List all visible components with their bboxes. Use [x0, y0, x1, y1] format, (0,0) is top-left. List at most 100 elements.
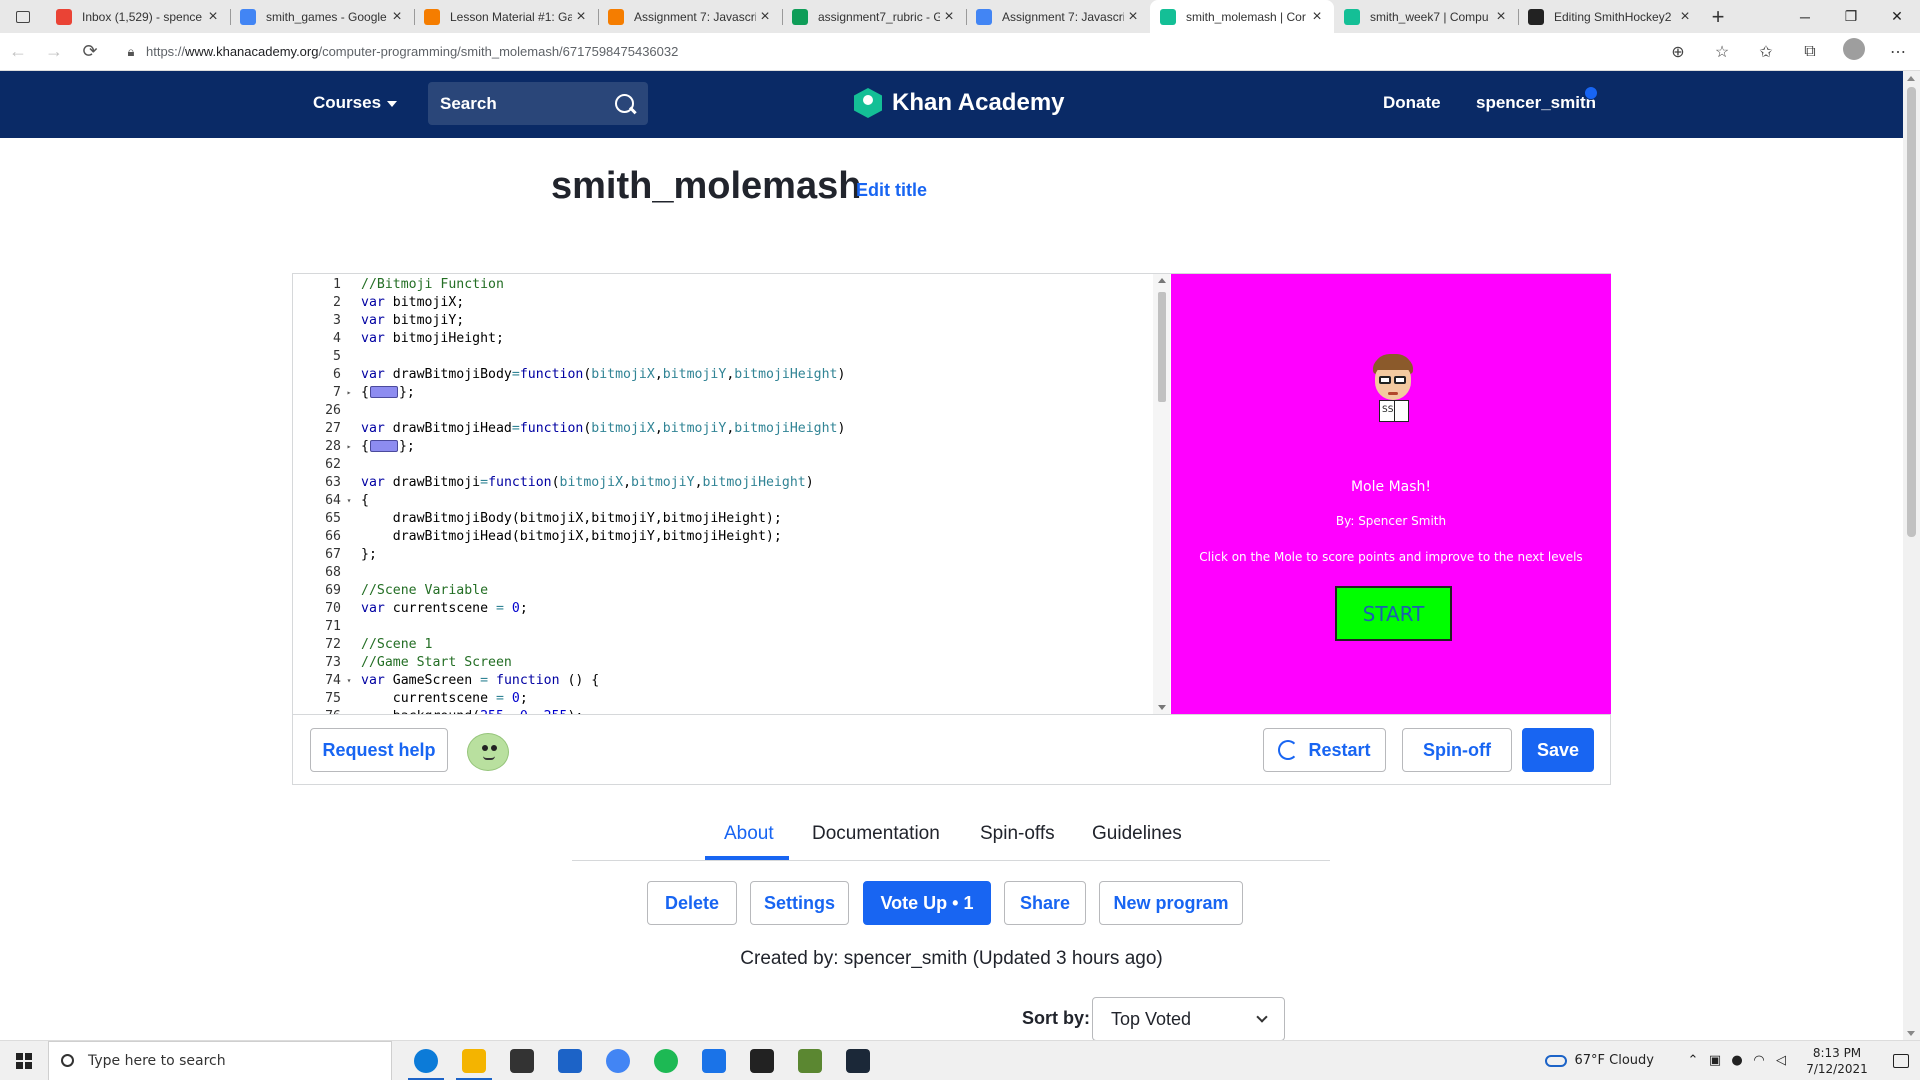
- code-line[interactable]: 2 var bitmojiX;: [293, 294, 1153, 312]
- code-line[interactable]: 70 var currentscene = 0;: [293, 600, 1153, 618]
- code-line[interactable]: 68: [293, 564, 1153, 582]
- url-field[interactable]: 🔒︎ https:// www.khanacademy.org /compute…: [116, 37, 1646, 67]
- khan-academy-logo[interactable]: Khan Academy: [854, 88, 1065, 118]
- more-menu-icon[interactable]: ⋯: [1876, 42, 1920, 62]
- browser-tab[interactable]: assignment7_rubric - G ×: [782, 0, 966, 33]
- tab-guidelines[interactable]: Guidelines: [1092, 823, 1182, 845]
- sort-select[interactable]: Top Voted: [1092, 997, 1285, 1041]
- editor-scrollbar-thumb[interactable]: [1158, 292, 1166, 402]
- close-tab-icon[interactable]: ×: [940, 8, 958, 26]
- settings-button[interactable]: Settings: [750, 881, 849, 925]
- code-line[interactable]: 64 ▾ {: [293, 492, 1153, 510]
- page-scrollbar[interactable]: [1903, 71, 1920, 1041]
- profile-button[interactable]: [1832, 38, 1876, 65]
- meet-now-icon[interactable]: ▣: [1704, 1053, 1726, 1068]
- code-line[interactable]: 65 drawBitmojiBody(bitmojiX,bitmojiY,bit…: [293, 510, 1153, 528]
- browser-tab[interactable]: Lesson Material #1: Ga ×: [414, 0, 598, 33]
- code-line[interactable]: 26: [293, 402, 1153, 420]
- taskbar-app-button[interactable]: [546, 1041, 594, 1080]
- fold-toggle-icon[interactable]: ▾: [345, 492, 353, 510]
- start-button-windows[interactable]: [0, 1041, 48, 1080]
- taskbar-app-button[interactable]: [402, 1041, 450, 1080]
- code-line[interactable]: 73 //Game Start Screen: [293, 654, 1153, 672]
- save-button[interactable]: Save: [1522, 728, 1594, 772]
- browser-tab[interactable]: smith_games - Google ×: [230, 0, 414, 33]
- scroll-down-arrow-icon[interactable]: [1907, 1031, 1915, 1036]
- add-favorite-icon[interactable]: ☆: [1700, 42, 1744, 62]
- editor-scrollbar[interactable]: [1153, 274, 1170, 714]
- code-line[interactable]: 67};: [293, 546, 1153, 564]
- tab-spin-offs[interactable]: Spin-offs: [980, 823, 1055, 845]
- code-line[interactable]: 63 var drawBitmoji=function(bitmojiX,bitm…: [293, 474, 1153, 492]
- code-line[interactable]: 1 //Bitmoji Function: [293, 276, 1153, 294]
- taskbar-app-button[interactable]: [738, 1041, 786, 1080]
- folded-code-icon[interactable]: [369, 440, 398, 452]
- code-editor[interactable]: 1 //Bitmoji Function 2 var bitmojiX; 3 var bi…: [293, 274, 1171, 714]
- browser-tab[interactable]: Assignment 7: Javascri ×: [598, 0, 782, 33]
- browser-tab[interactable]: smith_molemash | Cor ×: [1150, 0, 1334, 33]
- code-line[interactable]: 71: [293, 618, 1153, 636]
- volume-icon[interactable]: ◁: [1770, 1053, 1792, 1068]
- code-line[interactable]: 6 var drawBitmojiBody=function(bitmojiX,b…: [293, 366, 1153, 384]
- taskbar-app-button[interactable]: [594, 1041, 642, 1080]
- tab-documentation[interactable]: Documentation: [812, 823, 940, 845]
- code-line[interactable]: 27 var drawBitmojiHead=function(bitmojiX,…: [293, 420, 1153, 438]
- request-help-button[interactable]: Request help: [310, 728, 448, 772]
- code-line[interactable]: 66 drawBitmojiHead(bitmojiX,bitmojiY,bit…: [293, 528, 1153, 546]
- code-line[interactable]: 74 ▾ var GameScreen = function () {: [293, 672, 1153, 690]
- output-canvas[interactable]: SS Mole Mash! By: Spencer Smith Click on…: [1171, 274, 1611, 714]
- browser-tab[interactable]: smith_week7 | Compu ×: [1334, 0, 1518, 33]
- code-line[interactable]: 3 var bitmojiY;: [293, 312, 1153, 330]
- code-line[interactable]: 72 //Scene 1: [293, 636, 1153, 654]
- microphone-icon[interactable]: ●: [1726, 1053, 1748, 1068]
- courses-menu[interactable]: Courses: [313, 93, 398, 113]
- code-line[interactable]: 4 var bitmojiHeight;: [293, 330, 1153, 348]
- close-tab-icon[interactable]: ×: [204, 8, 222, 26]
- editor-scroll-up-icon[interactable]: [1158, 278, 1166, 283]
- close-window-button[interactable]: ✕: [1874, 0, 1920, 33]
- minimize-button[interactable]: ─: [1782, 0, 1828, 33]
- close-tab-icon[interactable]: ×: [572, 8, 590, 26]
- close-tab-icon[interactable]: ×: [1124, 8, 1142, 26]
- fold-toggle-icon[interactable]: ▸: [345, 438, 353, 456]
- browser-tab[interactable]: Assignment 7: Javascri ×: [966, 0, 1150, 33]
- code-line[interactable]: 75 currentscene = 0;: [293, 690, 1153, 708]
- vote-up-button[interactable]: Vote Up • 1: [863, 881, 991, 925]
- weather-text[interactable]: 67°F Cloudy: [1575, 1053, 1654, 1068]
- maximize-button[interactable]: ❐: [1828, 0, 1874, 33]
- delete-button[interactable]: Delete: [647, 881, 737, 925]
- close-tab-icon[interactable]: ×: [388, 8, 406, 26]
- close-tab-icon[interactable]: ×: [1676, 8, 1694, 26]
- back-button[interactable]: ←: [0, 33, 36, 71]
- taskbar-app-button[interactable]: [786, 1041, 834, 1080]
- editor-scroll-down-icon[interactable]: [1158, 705, 1166, 710]
- edit-title-link[interactable]: Edit title: [856, 180, 927, 201]
- wifi-icon[interactable]: ◠: [1748, 1053, 1770, 1068]
- taskbar-search[interactable]: Type here to search: [48, 1040, 392, 1080]
- new-tab-button[interactable]: +: [1702, 0, 1734, 33]
- taskbar-app-button[interactable]: [834, 1041, 882, 1080]
- fold-toggle-icon[interactable]: ▾: [345, 672, 353, 690]
- browser-tab[interactable]: Editing SmithHockey2 ×: [1518, 0, 1702, 33]
- user-menu[interactable]: spencer_smith: [1476, 93, 1596, 113]
- code-line[interactable]: 28 ▸ {};: [293, 438, 1153, 456]
- restart-button[interactable]: Restart: [1263, 728, 1386, 772]
- notifications-button[interactable]: [1882, 1041, 1920, 1080]
- folded-code-icon[interactable]: [369, 386, 398, 398]
- share-button[interactable]: Share: [1004, 881, 1086, 925]
- tab-about[interactable]: About: [724, 823, 774, 845]
- forward-button[interactable]: →: [36, 33, 72, 71]
- zoom-icon[interactable]: ⊕: [1656, 42, 1700, 62]
- browser-tab[interactable]: Inbox (1,529) - spence ×: [46, 0, 230, 33]
- close-tab-icon[interactable]: ×: [1308, 8, 1326, 26]
- taskbar-app-button[interactable]: [498, 1041, 546, 1080]
- show-hidden-icons-icon[interactable]: ⌃: [1682, 1053, 1704, 1068]
- fold-toggle-icon[interactable]: ▸: [345, 384, 353, 402]
- reload-button[interactable]: ⟳: [72, 33, 108, 71]
- start-button[interactable]: START: [1335, 586, 1452, 641]
- close-tab-icon[interactable]: ×: [1492, 8, 1510, 26]
- search-box[interactable]: Search: [428, 82, 648, 125]
- collections-icon[interactable]: ⧉: [1788, 43, 1832, 61]
- taskbar-app-button[interactable]: [690, 1041, 738, 1080]
- close-tab-icon[interactable]: ×: [756, 8, 774, 26]
